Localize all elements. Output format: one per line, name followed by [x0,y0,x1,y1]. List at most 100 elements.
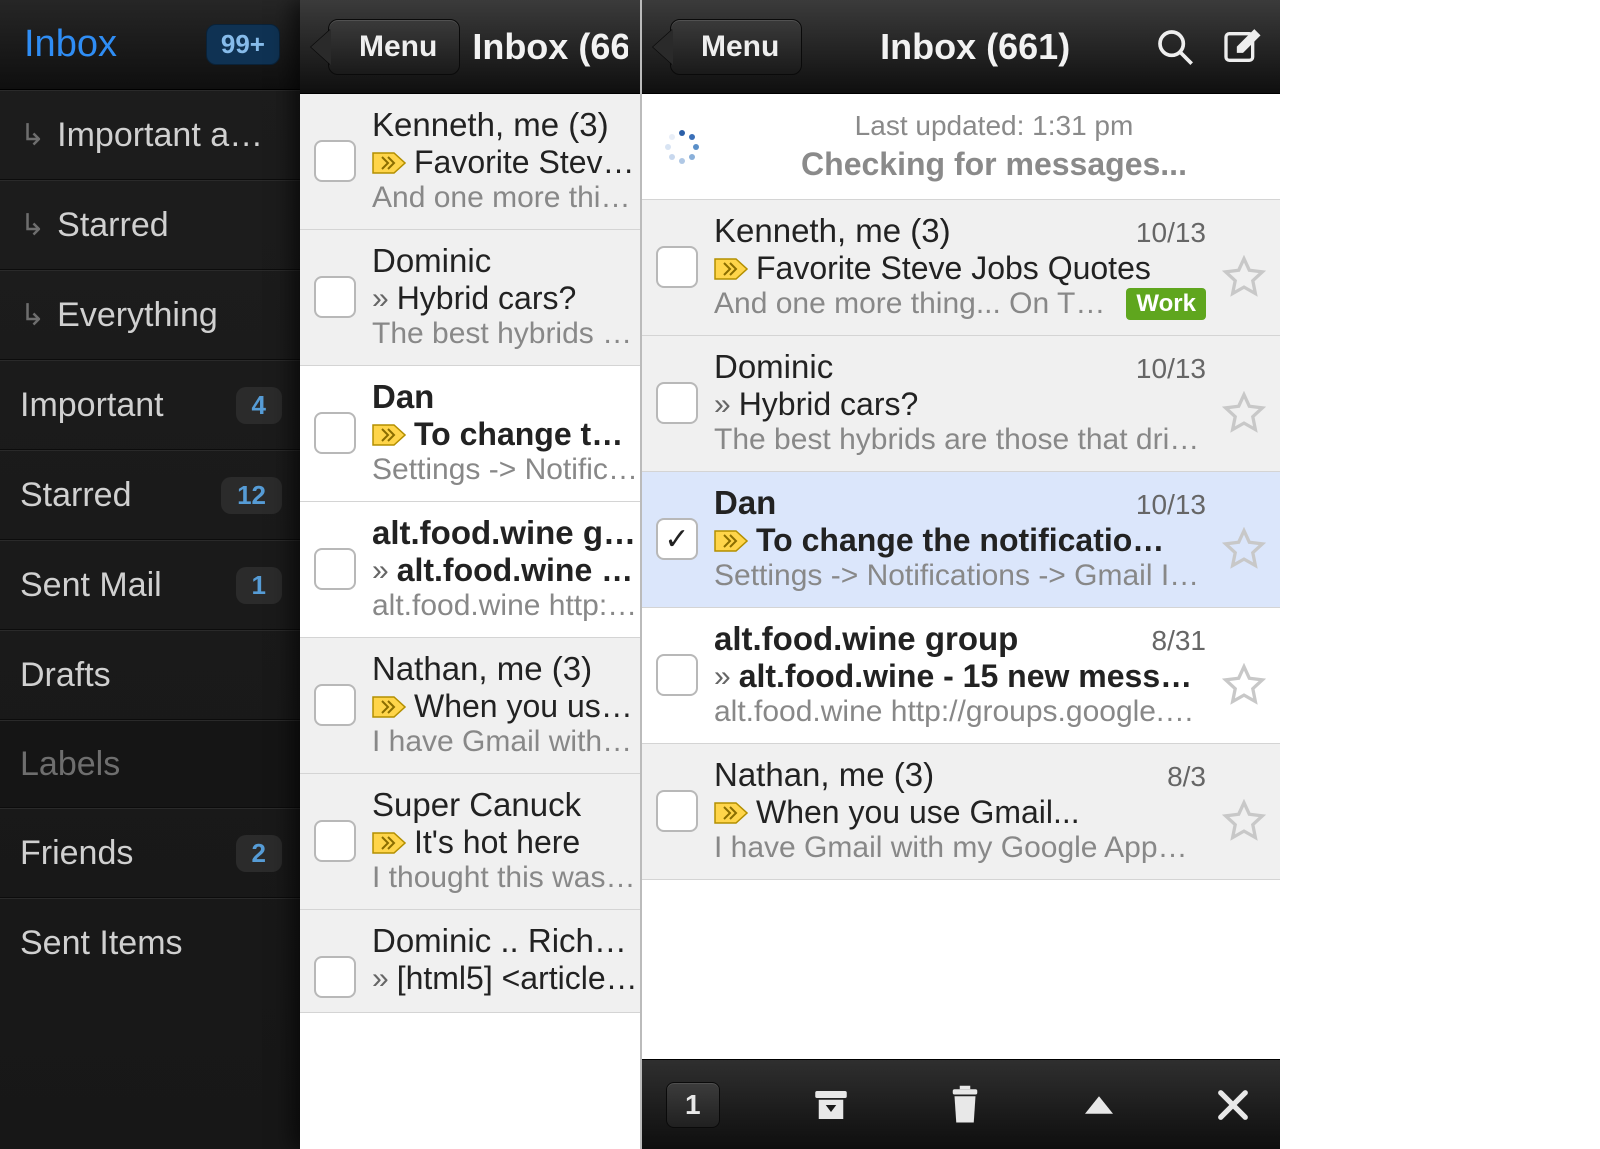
message-checkbox[interactable] [314,140,356,182]
message-sender: Kenneth, me (3) [372,106,609,144]
sidebar-sub-everything[interactable]: ↳ Everything [0,270,300,360]
message-snippet: alt.food.wine http://groups.google.c… [714,695,1206,729]
more-up-icon[interactable] [1076,1082,1122,1128]
star-icon[interactable] [1222,799,1266,843]
tree-arrow-icon: ↳ [20,298,45,333]
message-sender: alt.food.wine group [372,514,640,552]
action-bottombar: 1 [642,1059,1280,1149]
trash-icon[interactable] [942,1082,988,1128]
message-snippet: I have Gmail with my [372,725,640,759]
archive-icon[interactable] [808,1082,854,1128]
message-checkbox[interactable] [314,956,356,998]
message-row[interactable]: Dominic .. Richard»[html5] <article> for [300,910,640,1013]
menu-button[interactable]: Menu [328,19,460,75]
thread-caret-icon: » [714,388,731,422]
topbar: Menu Inbox (661) [300,0,640,94]
message-subject: [html5] <article> for [397,960,640,997]
message-sender: Dominic .. Richard [372,922,640,960]
close-icon[interactable] [1210,1082,1256,1128]
sidebar-item-sent-mail[interactable]: Sent Mail 1 [0,540,300,630]
message-checkbox[interactable] [314,820,356,862]
message-checkbox[interactable] [656,790,698,832]
message-row[interactable]: Nathan, me (3)When you use Gmail...I hav… [300,638,640,774]
message-checkbox[interactable]: ✓ [656,518,698,560]
message-row[interactable]: Nathan, me (3)8/3When you use Gmail...I … [642,744,1280,880]
message-snippet: I thought this was the [372,861,640,895]
topbar: Menu Inbox (661) [642,0,1280,94]
message-row[interactable]: Super CanuckIt's hot hereI thought this … [300,774,640,910]
sidebar: Inbox 99+ ↳ Important and unread ↳ Starr… [0,0,300,1149]
star-icon[interactable] [1222,255,1266,299]
thread-caret-icon: » [714,660,731,694]
message-row[interactable]: DanTo change the notificatio…Settings ->… [300,366,640,502]
count-badge: 2 [236,835,282,872]
refresh-status-row: Last updated: 1:31 pm Checking for messa… [642,94,1280,200]
message-date: 10/13 [1136,217,1206,249]
message-subject: When you use Gmail... [756,794,1080,831]
message-checkbox[interactable] [656,382,698,424]
tree-arrow-icon: ↳ [20,208,45,243]
message-checkbox[interactable] [314,548,356,590]
checking-messages-text: Checking for messages... [728,146,1260,183]
search-icon[interactable] [1148,20,1202,74]
count-badge: 12 [221,477,282,514]
message-snippet: Settings -> Notifications -> Gmail I… [714,559,1199,593]
star-icon[interactable] [1222,663,1266,707]
message-sender: Dominic [714,348,833,386]
thread-caret-icon: » [372,554,389,588]
message-row[interactable]: Kenneth, me (3)Favorite Steve Jobs Quote… [300,94,640,230]
sidebar-item-drafts[interactable]: Drafts [0,630,300,720]
message-row[interactable]: Dominic10/13»Hybrid cars?The best hybrid… [642,336,1280,472]
message-sender: Nathan, me (3) [372,650,592,688]
message-checkbox[interactable] [314,684,356,726]
important-marker-icon [714,530,748,552]
thread-caret-icon: » [372,962,389,996]
message-snippet: The best hybrids are those that dri… [714,423,1199,457]
sidebar-inbox-title: Inbox [24,23,117,66]
message-snippet: alt.food.wine http://groups [372,589,640,623]
message-label-tag: Work [1126,288,1206,320]
last-updated-text: Last updated: 1:31 pm [728,110,1260,142]
message-checkbox[interactable] [656,654,698,696]
message-subject: When you use Gmail... [414,688,640,725]
compose-icon[interactable] [1214,20,1268,74]
sidebar-inbox-header[interactable]: Inbox 99+ [0,0,300,90]
message-row[interactable]: alt.food.wine group8/31»alt.food.wine - … [642,608,1280,744]
sidebar-item-starred[interactable]: Starred 12 [0,450,300,540]
message-checkbox[interactable] [314,276,356,318]
message-sender: Dan [372,378,434,416]
inbox-full-view: Menu Inbox (661) [640,0,1280,1149]
message-subject: To change the notificatio… [756,522,1164,559]
important-marker-icon [372,424,406,446]
message-subject: alt.food.wine - 15 new mess… [739,658,1192,695]
message-snippet: And one more thing... [372,181,640,215]
message-row[interactable]: Dominic»Hybrid cars?The best hybrids are [300,230,640,366]
message-row[interactable]: Kenneth, me (3)10/13Favorite Steve Jobs … [642,200,1280,336]
sidebar-labels-header: Labels [0,720,300,808]
message-row[interactable]: alt.food.wine group»alt.food.wine - 15 n… [300,502,640,638]
sidebar-sub-starred[interactable]: ↳ Starred [0,180,300,270]
menu-button[interactable]: Menu [670,19,802,75]
sidebar-label-friends[interactable]: Friends 2 [0,808,300,898]
message-sender: Nathan, me (3) [714,756,934,794]
thread-caret-icon: » [372,282,389,316]
selected-count-badge: 1 [666,1082,720,1128]
inbox-count-badge: 99+ [206,24,280,65]
star-icon[interactable] [1222,527,1266,571]
message-checkbox[interactable] [314,412,356,454]
message-subject: To change the notificatio… [414,416,640,453]
star-icon[interactable] [1222,391,1266,435]
important-marker-icon [714,802,748,824]
message-row[interactable]: ✓ Dan 10/13To change the notificatio…Setti… [642,472,1280,608]
count-badge: 4 [236,387,282,424]
message-date: 10/13 [1136,489,1206,521]
topbar-title: Inbox (661) [814,26,1136,68]
message-snippet: The best hybrids are [372,317,640,351]
message-checkbox[interactable] [656,246,698,288]
important-marker-icon [372,152,406,174]
message-sender: Dan [714,484,776,522]
topbar-title: Inbox (661) [472,26,628,68]
sidebar-label-sent-items[interactable]: Sent Items [0,898,300,988]
sidebar-item-important[interactable]: Important 4 [0,360,300,450]
sidebar-sub-important-unread[interactable]: ↳ Important and unread [0,90,300,180]
